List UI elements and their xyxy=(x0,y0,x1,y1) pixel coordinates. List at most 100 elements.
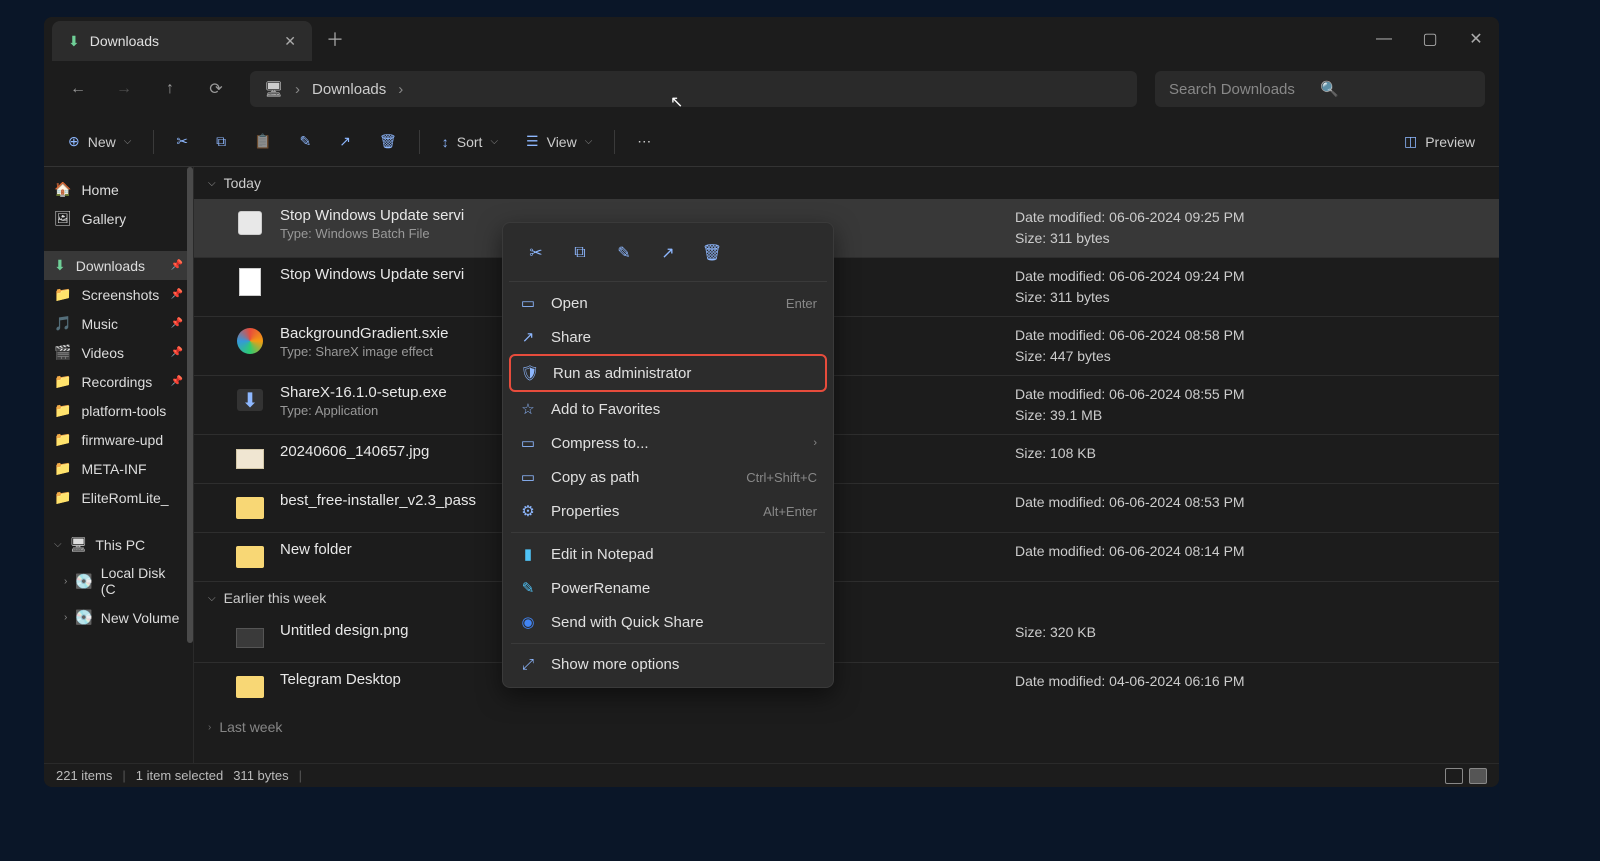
sidebar-item-meta-inf[interactable]: 📁META-INF xyxy=(44,454,193,483)
file-row[interactable]: Untitled design.png Size: 320 KB xyxy=(194,614,1499,663)
more-icon: ⤢ xyxy=(519,656,537,673)
quickshare-icon: ◉ xyxy=(519,613,537,631)
more-button[interactable]: ⋯ xyxy=(627,127,661,156)
view-button[interactable]: ☰ View ⌵ xyxy=(516,127,602,156)
ctx-compress[interactable]: ▭Compress to...› xyxy=(509,426,827,460)
file-row[interactable]: Stop Windows Update serviType: Windows B… xyxy=(194,199,1499,258)
folder-icon xyxy=(234,492,266,524)
rename-button[interactable]: ✎ xyxy=(290,127,322,156)
chevron-right-icon: › xyxy=(64,576,67,587)
group-lastweek[interactable]: ›Last week xyxy=(194,711,1499,743)
sidebar-drive-c[interactable]: ›💽Local Disk (C xyxy=(44,559,193,603)
file-row[interactable]: 20240606_140657.jpg Size: 108 KB xyxy=(194,435,1499,484)
pin-icon: 📌 xyxy=(171,347,183,358)
settings-icon: ⚙ xyxy=(519,502,537,520)
share-button[interactable]: ↗ xyxy=(329,127,361,156)
file-row[interactable]: New folder Date modified: 06-06-2024 08:… xyxy=(194,533,1499,582)
ctx-open[interactable]: ▭OpenEnter xyxy=(509,286,827,320)
download-icon: ⬇ xyxy=(54,257,66,274)
star-icon: ☆ xyxy=(519,400,537,418)
forward-button[interactable]: → xyxy=(104,69,144,109)
drive-icon: 💽 xyxy=(75,573,92,590)
monitor-icon: 🖥 xyxy=(264,80,283,98)
pin-icon: 📌 xyxy=(171,260,183,271)
file-row[interactable]: BackgroundGradient.sxieType: ShareX imag… xyxy=(194,317,1499,376)
details-view-button[interactable] xyxy=(1445,768,1463,784)
sidebar-item-screenshots[interactable]: 📁Screenshots📌 xyxy=(44,280,193,309)
maximize-button[interactable]: ▢ xyxy=(1407,17,1453,61)
thumbnails-view-button[interactable] xyxy=(1469,768,1487,784)
copy-button[interactable]: ⧉ xyxy=(206,127,236,156)
sidebar-item-videos[interactable]: 🎬Videos📌 xyxy=(44,338,193,367)
drive-icon: 💽 xyxy=(75,609,92,626)
search-input[interactable]: Search Downloads 🔍 xyxy=(1155,71,1485,107)
paste-button[interactable]: 📋 xyxy=(244,127,281,156)
group-today[interactable]: ⌵Today xyxy=(194,167,1499,199)
ctx-cut-button[interactable]: ✂ xyxy=(517,235,555,271)
sidebar-item-platform-tools[interactable]: 📁platform-tools xyxy=(44,396,193,425)
ctx-share-button[interactable]: ↗ xyxy=(649,235,687,271)
sidebar-drive-new[interactable]: ›💽New Volume xyxy=(44,603,193,632)
sidebar-item-firmware[interactable]: 📁firmware-upd xyxy=(44,425,193,454)
chevron-down-icon: ⌵ xyxy=(585,136,593,147)
chevron-right-icon: › xyxy=(64,612,67,623)
ctx-copy-button[interactable]: ⧉ xyxy=(561,235,599,271)
pin-icon: 📌 xyxy=(171,318,183,329)
file-row[interactable]: Stop Windows Update servi Date modified:… xyxy=(194,258,1499,317)
pin-icon: 📌 xyxy=(171,289,183,300)
sidebar-scrollbar[interactable] xyxy=(187,167,193,643)
refresh-button[interactable]: ⟳ xyxy=(196,69,236,109)
tab-downloads[interactable]: ⬇ Downloads ✕ xyxy=(52,21,312,61)
sidebar-home[interactable]: 🏠Home xyxy=(44,175,193,204)
ctx-copy-path[interactable]: ▭Copy as pathCtrl+Shift+C xyxy=(509,460,827,494)
status-count: 221 items xyxy=(56,768,112,783)
sort-button[interactable]: ↕ Sort ⌵ xyxy=(432,128,508,156)
ctx-powerrename[interactable]: ✎PowerRename xyxy=(509,571,827,605)
notepad-icon: ▮ xyxy=(519,545,537,563)
group-earlier[interactable]: ⌵Earlier this week xyxy=(194,582,1499,614)
minimize-button[interactable]: — xyxy=(1361,17,1407,61)
preview-button[interactable]: ◫ Preview xyxy=(1394,127,1485,156)
sidebar-item-music[interactable]: 🎵Music📌 xyxy=(44,309,193,338)
ctx-add-favorites[interactable]: ☆Add to Favorites xyxy=(509,392,827,426)
folder-icon xyxy=(234,671,266,703)
address-bar[interactable]: 🖥 › Downloads › xyxy=(250,71,1137,107)
new-button[interactable]: ⊕ New ⌵ xyxy=(58,127,141,156)
ctx-show-more[interactable]: ⤢Show more options xyxy=(509,648,827,681)
folder-icon: 📁 xyxy=(54,431,71,448)
ctx-properties[interactable]: ⚙PropertiesAlt+Enter xyxy=(509,494,827,528)
sharex-icon xyxy=(234,325,266,357)
sidebar-gallery[interactable]: 🖼Gallery xyxy=(44,204,193,233)
ctx-rename-button[interactable]: ✎ xyxy=(605,235,643,271)
ctx-edit-notepad[interactable]: ▮Edit in Notepad xyxy=(509,537,827,571)
sidebar-item-downloads[interactable]: ⬇Downloads📌 xyxy=(44,251,193,280)
chevron-right-icon: › xyxy=(813,437,817,449)
new-tab-button[interactable]: ＋ xyxy=(326,26,344,52)
file-row[interactable]: best_free-installer_v2.3_pass Date modif… xyxy=(194,484,1499,533)
chevron-right-icon: › xyxy=(398,81,403,98)
sidebar-item-recordings[interactable]: 📁Recordings📌 xyxy=(44,367,193,396)
sidebar-item-eliteromlite[interactable]: 📁EliteRomLite_ xyxy=(44,483,193,512)
folder-icon xyxy=(234,541,266,573)
close-button[interactable]: ✕ xyxy=(1453,17,1499,61)
file-row[interactable]: ⬇ ShareX-16.1.0-setup.exeType: Applicati… xyxy=(194,376,1499,435)
open-icon: ▭ xyxy=(519,294,537,312)
folder-icon: 📁 xyxy=(54,489,71,506)
folder-icon: 📁 xyxy=(54,460,71,477)
breadcrumb-location[interactable]: Downloads xyxy=(312,81,386,98)
tab-close-button[interactable]: ✕ xyxy=(284,33,296,50)
chevron-down-icon: ⌵ xyxy=(208,178,216,189)
tab-title: Downloads xyxy=(90,33,159,49)
cut-button[interactable]: ✂ xyxy=(166,127,198,156)
up-button[interactable]: ↑ xyxy=(150,69,190,109)
file-row[interactable]: Telegram Desktop Date modified: 04-06-20… xyxy=(194,663,1499,711)
ctx-run-as-admin[interactable]: 🛡Run as administrator xyxy=(509,354,827,392)
sidebar-this-pc[interactable]: ⌵🖥This PC xyxy=(44,530,193,559)
ctx-quick-share[interactable]: ◉Send with Quick Share xyxy=(509,605,827,639)
gallery-icon: 🖼 xyxy=(54,210,72,227)
image-icon xyxy=(234,443,266,475)
delete-button[interactable]: 🗑 xyxy=(369,127,407,156)
ctx-share[interactable]: ↗Share xyxy=(509,320,827,354)
back-button[interactable]: ← xyxy=(58,69,98,109)
ctx-delete-button[interactable]: 🗑 xyxy=(693,235,731,271)
